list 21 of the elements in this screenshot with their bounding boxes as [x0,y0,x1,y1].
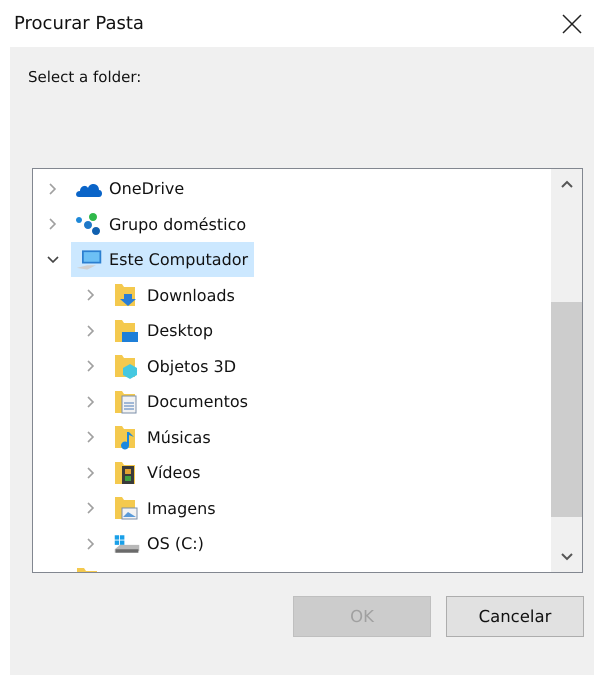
tree-item[interactable]: Documentos [109,384,254,420]
homegroup-icon [75,212,103,236]
desktop-folder-icon [113,318,141,344]
tree-item[interactable]: Este Computador [71,242,254,278]
tree-item[interactable]: Vídeos [109,455,207,490]
tree-item[interactable]: Objetos 3D [109,348,242,384]
tree-item[interactable]: Grupo doméstico [71,206,252,242]
scrollbar-thumb[interactable] [551,302,582,517]
prompt-text: Select a folder: [27,67,142,88]
tree-item[interactable]: OneDrive [71,171,190,206]
scrollbar[interactable] [551,169,582,572]
tree-item[interactable]: OS (C:) [109,526,210,562]
tree-item[interactable]: Imagens [109,490,222,526]
close-icon[interactable] [562,14,582,34]
tree-item[interactable]: Desktop [109,313,219,348]
cancel-button[interactable]: Cancelar [446,596,584,637]
tree-item[interactable]: Músicas [109,420,217,455]
window-title: Procurar Pasta [14,13,144,34]
tree-item[interactable]: Downloads [109,278,241,313]
scroll-down-icon[interactable] [560,552,574,562]
scroll-up-icon[interactable] [560,179,574,189]
